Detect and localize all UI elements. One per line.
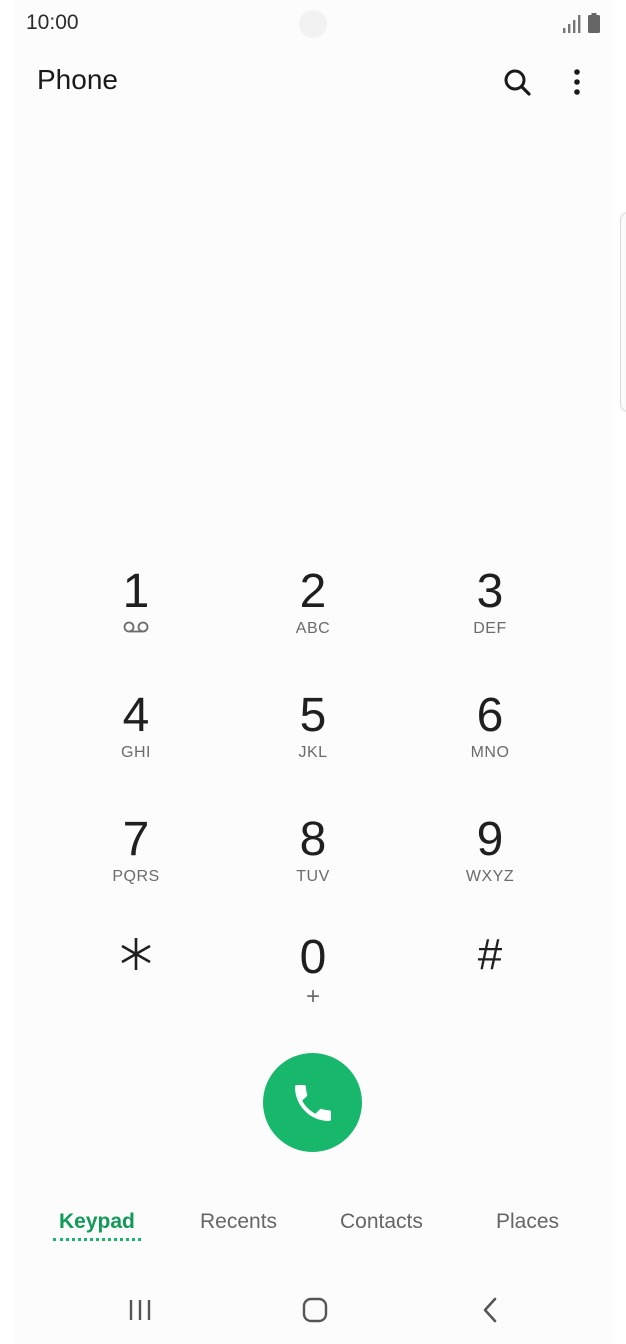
key-3[interactable]: 3 DEF [420,560,560,660]
key-7[interactable]: 7 PQRS [66,808,206,908]
voicemail-icon [123,621,149,633]
key-digit: 4 [122,689,150,742]
battery-icon [588,13,600,33]
key-2[interactable]: 2 ABC [243,560,383,660]
active-tab-indicator [53,1238,141,1241]
key-6[interactable]: 6 MNO [420,684,560,784]
recent-apps-icon [129,1300,151,1320]
key-symbol: # [477,930,503,979]
search-icon [504,69,531,96]
tab-keypad[interactable]: Keypad [59,1210,135,1234]
key-letters: GHI [121,744,151,761]
status-bar: 10:00 [0,0,626,48]
tab-places[interactable]: Places [496,1210,559,1234]
home-icon [302,1297,328,1323]
key-letters: PQRS [112,868,160,885]
key-5[interactable]: 5 JKL [243,684,383,784]
home-button[interactable] [293,1294,337,1326]
call-button[interactable] [263,1053,362,1152]
back-icon [483,1297,497,1323]
key-letters: MNO [470,744,510,761]
key-digit: 0 [299,931,327,984]
key-plus: + [305,983,320,1010]
key-digit: 7 [122,813,150,866]
key-letters: WXYZ [465,868,515,885]
edge-panel-handle[interactable] [620,212,626,412]
key-letters: DEF [473,620,507,637]
key-9[interactable]: 9 WXYZ [420,808,560,908]
key-8[interactable]: 8 TUV [243,808,383,908]
key-letters: JKL [298,744,328,761]
key-digit: 6 [476,689,504,742]
back-button[interactable] [468,1294,512,1326]
signal-icon [563,15,581,33]
bottom-tabs: Keypad Recents Contacts Places [0,1200,626,1260]
page-title: Phone [37,64,118,95]
tab-contacts[interactable]: Contacts [340,1210,423,1234]
system-nav-bar [0,1280,626,1344]
asterisk-glyph [121,938,151,970]
search-button[interactable] [498,62,538,102]
tab-recents[interactable]: Recents [200,1210,277,1234]
recent-apps-button[interactable] [118,1294,162,1326]
key-1[interactable]: 1 [66,560,206,660]
key-digit: 5 [299,689,327,742]
key-digit: 9 [476,813,504,866]
more-options-icon [574,69,580,95]
phone-icon [294,1084,331,1121]
key-hash[interactable]: # [420,922,560,1022]
key-4[interactable]: 4 GHI [66,684,206,784]
key-digit: 8 [299,813,327,866]
key-digit: 3 [476,565,504,618]
key-digit: 1 [122,565,150,618]
status-time: 10:00 [26,11,79,34]
key-digit: 2 [299,565,327,618]
key-0[interactable]: 0 + [243,926,383,1026]
key-letters: ABC [295,620,331,637]
key-letters: TUV [296,868,330,885]
more-options-button[interactable] [562,62,592,102]
front-camera [299,10,327,38]
key-star[interactable]: * [66,926,206,1026]
